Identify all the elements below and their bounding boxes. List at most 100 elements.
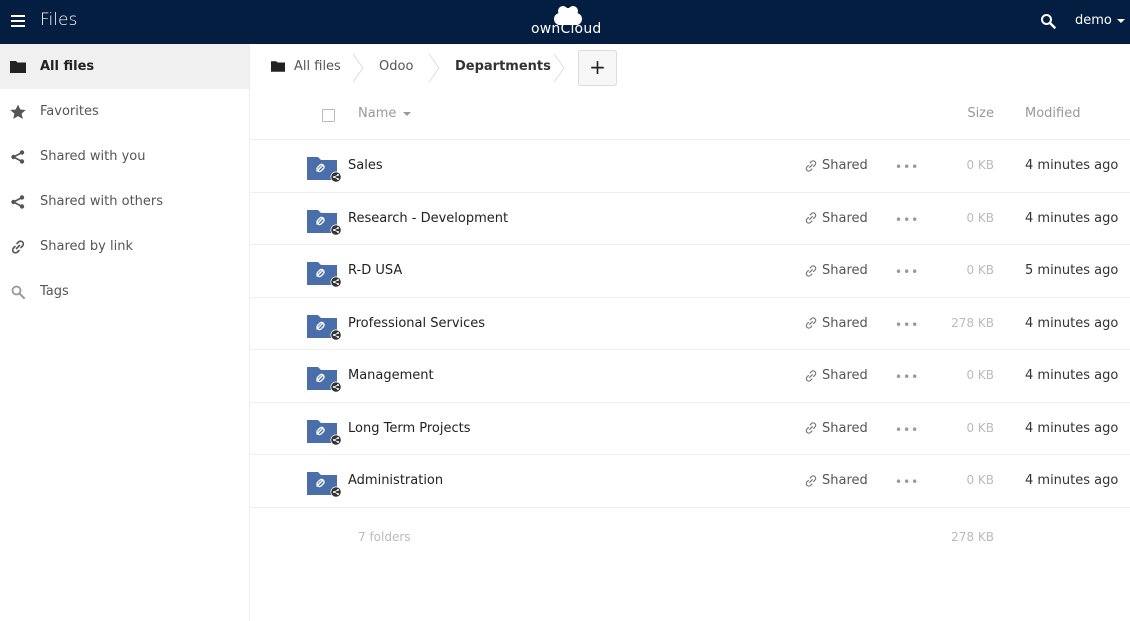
link-icon	[805, 159, 817, 172]
breadcrumb-separator	[428, 53, 440, 83]
more-actions-button[interactable]: •••	[895, 213, 919, 227]
table-row[interactable]: Long Term Projects Shared ••• 0 KB 4 min…	[251, 403, 1130, 455]
breadcrumb-separator	[553, 53, 565, 83]
table-row[interactable]: Professional Services Shared ••• 278 KB …	[251, 298, 1130, 350]
file-name[interactable]: Professional Services	[348, 316, 485, 331]
shared-folder-icon	[307, 314, 342, 340]
sidebar-item-favorites[interactable]: Favorites	[0, 89, 249, 134]
share-button[interactable]: Shared	[804, 316, 868, 331]
file-name[interactable]: R-D USA	[348, 263, 402, 278]
breadcrumb-separator	[352, 53, 364, 83]
sidebar-item-tags[interactable]: Tags	[0, 269, 249, 314]
more-actions-button[interactable]: •••	[895, 370, 919, 384]
sidebar-item-label: Shared with you	[40, 149, 146, 164]
sidebar-item-shared-with-others[interactable]: Shared with others	[0, 179, 249, 224]
file-name[interactable]: Sales	[348, 158, 383, 173]
hamburger-menu-icon[interactable]	[11, 15, 25, 27]
breadcrumb: All files Odoo Departments	[251, 44, 1130, 90]
share-button[interactable]: Shared	[804, 368, 868, 383]
file-size: 0 KB	[966, 368, 994, 382]
file-size: 0 KB	[966, 210, 994, 225]
share-label: Shared	[822, 473, 868, 488]
share-button[interactable]: Shared	[804, 211, 868, 226]
share-label: Shared	[822, 420, 868, 436]
more-actions-button[interactable]: •••	[895, 318, 919, 332]
file-name[interactable]: Research - Development	[348, 211, 508, 226]
more-actions-button[interactable]: •••	[895, 475, 919, 489]
modified-time: 4 minutes ago	[1025, 420, 1119, 436]
modified-time: 4 minutes ago	[1025, 210, 1119, 226]
breadcrumb-all-files[interactable]: All files	[294, 59, 341, 74]
share-label: Shared	[822, 263, 868, 278]
share-button[interactable]: Shared	[804, 421, 868, 436]
link-icon	[805, 317, 817, 329]
file-size: 0 KB	[966, 420, 994, 435]
chevron-down-icon	[1116, 18, 1125, 23]
share-icon	[9, 148, 26, 165]
sidebar-item-label: Shared with others	[40, 194, 164, 209]
table-row[interactable]: R-D USA Shared ••• 0 KB 5 minutes ago	[251, 245, 1130, 298]
share-label: Shared	[822, 210, 868, 226]
modified-time: 4 minutes ago	[1025, 473, 1119, 488]
link-icon	[805, 422, 817, 434]
file-name[interactable]: Administration	[348, 473, 443, 488]
folder-icon	[271, 61, 285, 72]
search-icon[interactable]	[1040, 13, 1056, 29]
file-size: 0 KB	[966, 473, 994, 487]
sidebar-item-all-files[interactable]: All files	[0, 44, 249, 89]
logo-text: ownCloud	[531, 21, 602, 37]
breadcrumb-departments[interactable]: Departments	[455, 59, 551, 74]
shared-folder-icon	[307, 262, 342, 288]
shared-folder-icon	[307, 157, 342, 183]
share-button[interactable]: Shared	[804, 263, 868, 278]
shared-folder-icon	[307, 472, 342, 498]
sidebar-item-shared-by-link[interactable]: Shared by link	[0, 224, 249, 269]
shared-folder-icon	[307, 419, 342, 445]
table-row[interactable]: Sales Shared ••• 0 KB 4 minutes ago	[251, 140, 1130, 193]
more-actions-button[interactable]: •••	[895, 160, 919, 174]
sidebar-item-label: Favorites	[40, 104, 99, 119]
column-name-header[interactable]: Name	[358, 106, 412, 121]
link-icon	[805, 474, 817, 487]
file-table: Name Size Modified Sales Shared ••• 0 KB…	[251, 90, 1130, 568]
link-icon	[805, 212, 817, 224]
table-row[interactable]: Management Shared ••• 0 KB 4 minutes ago	[251, 350, 1130, 403]
sidebar-item-label: All files	[40, 59, 95, 74]
add-new-button[interactable]: +	[578, 50, 617, 86]
app-title: Files	[40, 10, 78, 30]
table-summary: 7 folders 278 KB	[251, 508, 1130, 568]
column-modified-header[interactable]: Modified	[1025, 106, 1080, 121]
column-size-header[interactable]: Size	[967, 106, 994, 121]
file-size: 0 KB	[966, 158, 994, 172]
select-all-checkbox[interactable]	[322, 109, 335, 122]
chevron-down-icon	[403, 111, 412, 116]
shared-folder-icon	[307, 209, 342, 235]
file-name[interactable]: Management	[348, 368, 434, 383]
sidebar-item-shared-with-you[interactable]: Shared with you	[0, 134, 249, 179]
link-icon	[805, 264, 817, 277]
column-name-label: Name	[358, 106, 397, 121]
file-list: Sales Shared ••• 0 KB 4 minutes ago Rese…	[251, 140, 1130, 508]
sidebar-item-label: Shared by link	[40, 239, 133, 254]
link-icon	[9, 238, 26, 255]
table-row[interactable]: Research - Development Shared ••• 0 KB 4…	[251, 193, 1130, 245]
user-menu[interactable]: demo	[1075, 13, 1125, 28]
more-actions-button[interactable]: •••	[895, 423, 919, 437]
share-label: Shared	[822, 315, 868, 331]
more-actions-button[interactable]: •••	[895, 265, 919, 279]
modified-time: 4 minutes ago	[1025, 315, 1119, 331]
modified-time: 5 minutes ago	[1025, 263, 1119, 278]
file-name[interactable]: Long Term Projects	[348, 421, 470, 436]
share-icon	[9, 193, 26, 210]
total-size: 278 KB	[951, 529, 994, 544]
file-size: 278 KB	[951, 315, 994, 330]
breadcrumb-odoo[interactable]: Odoo	[379, 59, 413, 74]
table-row[interactable]: Administration Shared ••• 0 KB 4 minutes…	[251, 455, 1130, 508]
file-size: 0 KB	[966, 263, 994, 277]
share-button[interactable]: Shared	[804, 158, 868, 173]
star-icon	[9, 103, 26, 120]
folder-icon	[9, 58, 26, 75]
sidebar-item-label: Tags	[40, 284, 69, 299]
modified-time: 4 minutes ago	[1025, 368, 1119, 383]
share-button[interactable]: Shared	[804, 473, 868, 488]
